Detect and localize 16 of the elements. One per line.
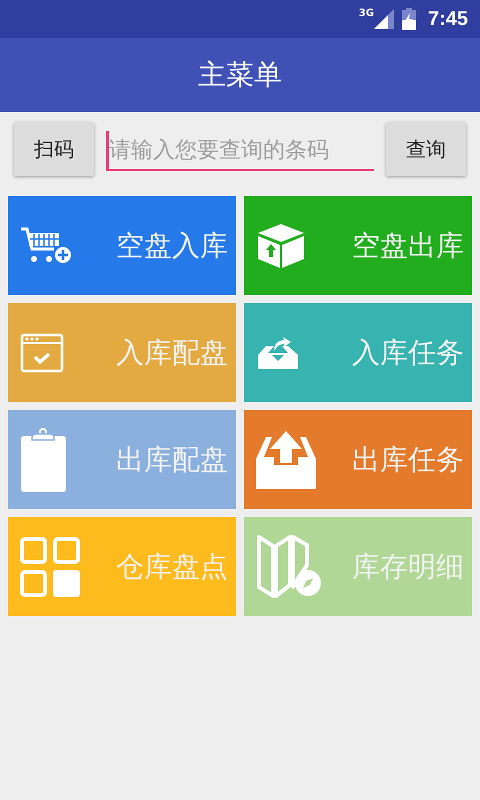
menu-tile[interactable]: 出库配盘 [8, 410, 236, 509]
query-button[interactable]: 查询 [386, 122, 466, 176]
menu-tile[interactable]: 空盘出库 [244, 196, 472, 295]
barcode-input[interactable]: 请输入您要查询的条码 [106, 131, 374, 171]
menu-tile[interactable]: 空盘入库 [8, 196, 236, 295]
menu-tile[interactable]: 入库任务 [244, 303, 472, 402]
menu-tile[interactable]: 出库任务 [244, 410, 472, 509]
scan-button[interactable]: 扫码 [14, 122, 94, 176]
menu-tile[interactable]: 库存明细 [244, 517, 472, 616]
battery-charging-icon [402, 8, 416, 30]
menu-tile[interactable]: 入库配盘 [8, 303, 236, 402]
network-type: 3G [358, 8, 374, 19]
menu-tile[interactable]: 仓库盘点 [8, 517, 236, 616]
clock: 7:45 [428, 8, 468, 30]
screen-title: 主菜单 [198, 57, 282, 93]
signal-icon [374, 9, 394, 29]
